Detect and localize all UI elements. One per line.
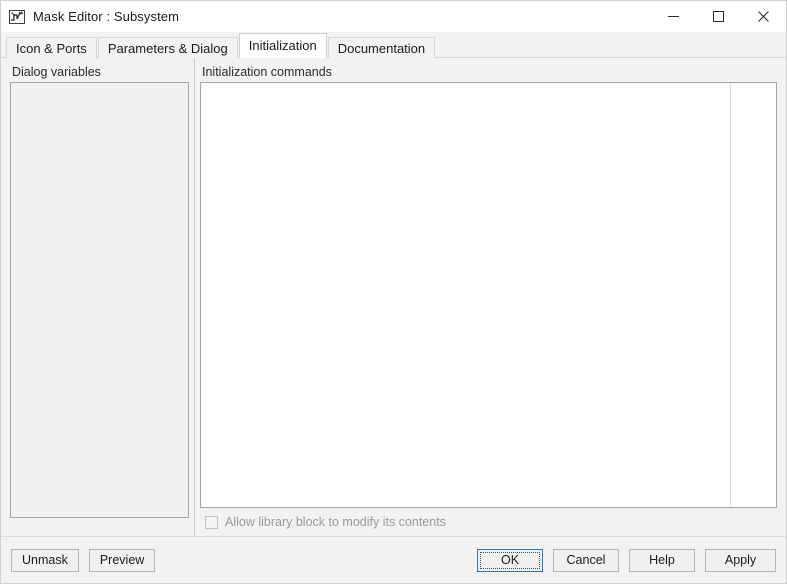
initialization-commands-editor-wrap <box>200 82 777 508</box>
pane-splitter[interactable] <box>189 58 200 536</box>
window-title: Mask Editor : Subsystem <box>33 9 180 24</box>
initialization-commands-label: Initialization commands <box>202 65 332 79</box>
allow-library-modify-label: Allow library block to modify its conten… <box>225 515 446 529</box>
apply-button[interactable]: Apply <box>705 548 776 572</box>
tab-label: Documentation <box>337 41 426 56</box>
minimize-button[interactable] <box>651 1 696 32</box>
unmask-button[interactable]: Unmask <box>11 548 79 572</box>
simulink-mask-icon: M <box>9 9 25 25</box>
allow-library-modify-checkbox[interactable] <box>205 515 218 529</box>
title-bar: M Mask Editor : Subsystem <box>1 1 786 32</box>
preview-button[interactable]: Preview <box>88 548 156 572</box>
tab-label: Icon & Ports <box>16 41 87 56</box>
mask-editor-window: M Mask Editor : Subsystem Icon & Ports P… <box>0 0 787 584</box>
cancel-button[interactable]: Cancel <box>553 548 619 572</box>
allow-library-modify-row[interactable]: Allow library block to modify its conten… <box>200 508 777 536</box>
close-button[interactable] <box>741 1 786 32</box>
tab-strip: Icon & Ports Parameters & Dialog Initial… <box>1 32 786 58</box>
dialog-variables-pane: Dialog variables <box>10 64 189 536</box>
maximize-icon <box>713 11 724 22</box>
ok-button-label: OK <box>500 553 520 567</box>
tab-documentation[interactable]: Documentation <box>327 37 436 58</box>
close-icon <box>758 11 769 22</box>
tab-label: Initialization <box>248 38 317 53</box>
tab-parameters-and-dialog[interactable]: Parameters & Dialog <box>97 37 238 58</box>
tab-label: Parameters & Dialog <box>107 41 228 56</box>
dialog-button-bar: Unmask Preview OK Cancel Help Apply <box>1 536 786 583</box>
title-bar-left: M Mask Editor : Subsystem <box>1 9 179 25</box>
maximize-button[interactable] <box>696 1 741 32</box>
initialization-commands-pane: Initialization commands Allow library bl… <box>200 64 777 536</box>
tab-icon-and-ports[interactable]: Icon & Ports <box>6 37 97 58</box>
ok-button[interactable]: OK <box>477 548 543 572</box>
help-button[interactable]: Help <box>629 548 695 572</box>
dialog-variables-listbox[interactable] <box>10 82 189 518</box>
initialization-commands-input[interactable] <box>201 83 776 507</box>
initialization-panel: Dialog variables Initialization commands… <box>1 58 786 536</box>
minimize-icon <box>668 16 679 17</box>
dialog-variables-label: Dialog variables <box>12 65 101 79</box>
window-controls <box>651 1 786 32</box>
tab-initialization[interactable]: Initialization <box>238 33 327 58</box>
footer-left-buttons: Unmask Preview <box>11 548 156 572</box>
footer-right-buttons: OK Cancel Help Apply <box>477 548 776 572</box>
svg-text:M: M <box>19 10 23 15</box>
